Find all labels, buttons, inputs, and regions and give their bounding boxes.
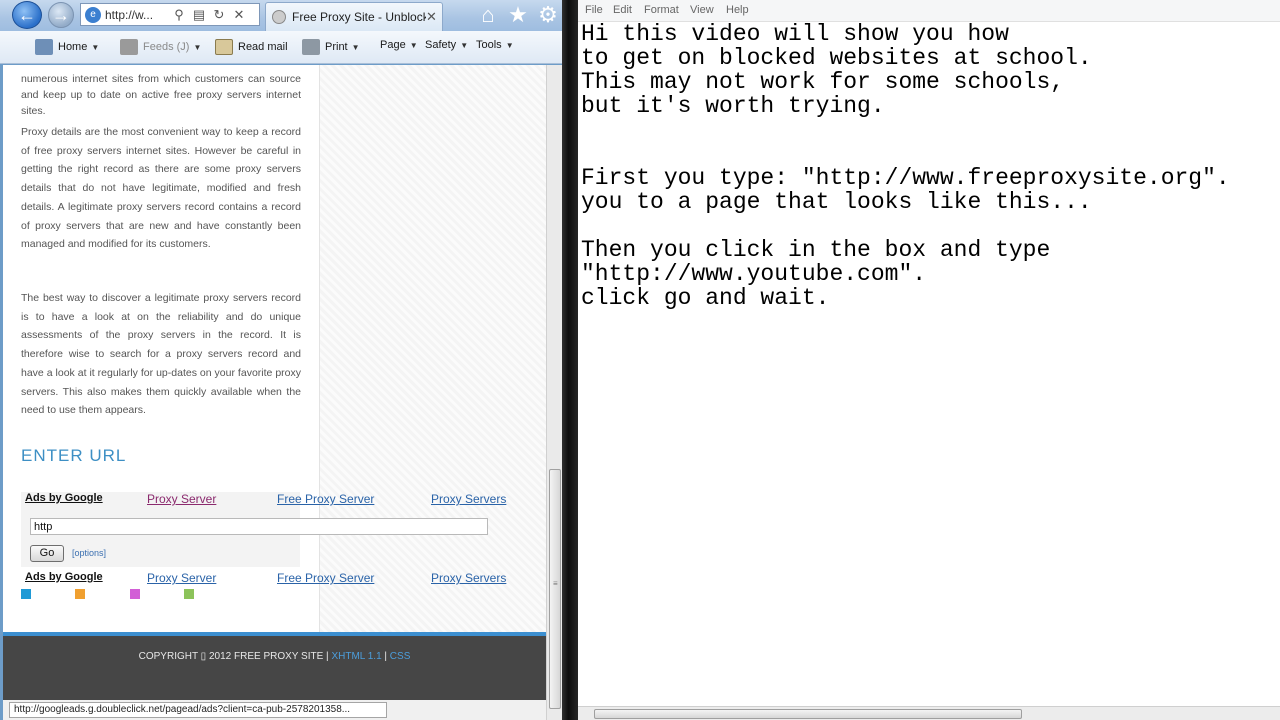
command-bar: Home ▼ Feeds (J) ▼ Read mail Print ▼ Pag… xyxy=(0,31,562,64)
feeds-label: Feeds (J) xyxy=(143,41,190,53)
chevron-down-icon[interactable]: ▼ xyxy=(91,43,99,52)
url-input[interactable] xyxy=(30,518,488,535)
color-square xyxy=(75,589,85,599)
notepad-horizontal-scrollbar[interactable] xyxy=(578,706,1280,720)
ad-link-free-proxy-server[interactable]: Free Proxy Server xyxy=(277,571,374,585)
menu-help[interactable]: Help xyxy=(726,4,749,16)
status-url: http://googleads.g.doubleclick.net/pagea… xyxy=(9,702,387,718)
menu-file[interactable]: File xyxy=(585,4,603,16)
page-footer: COPYRIGHT ▯ 2012 FREE PROXY SITE | XHTML… xyxy=(3,636,546,700)
print-command[interactable]: Print ▼ xyxy=(302,39,360,55)
ie-page-icon: e xyxy=(85,6,101,23)
article-paragraph: numerous internet sites from which custo… xyxy=(21,73,301,117)
feeds-command[interactable]: Feeds (J) ▼ xyxy=(120,39,201,55)
ad-link-proxy-servers[interactable]: Proxy Servers xyxy=(431,492,506,506)
ad-link-free-proxy-server[interactable]: Free Proxy Server xyxy=(277,492,374,506)
web-page: numerous internet sites from which custo… xyxy=(3,65,546,632)
go-button[interactable]: Go xyxy=(30,545,64,562)
menu-format[interactable]: Format xyxy=(644,4,679,16)
read-mail-command[interactable]: Read mail xyxy=(215,39,288,55)
chevron-down-icon: ▼ xyxy=(460,40,469,50)
ads-by-google-link[interactable]: Ads by Google xyxy=(25,492,103,504)
mail-icon xyxy=(215,39,233,55)
gear-icon[interactable]: ⚙ xyxy=(534,2,562,28)
close-tab-icon[interactable]: ✕ xyxy=(426,9,437,25)
home-icon[interactable]: ⌂ xyxy=(474,2,502,28)
window-divider xyxy=(562,0,578,720)
search-icon[interactable]: ⚲ xyxy=(169,7,189,23)
chevron-down-icon[interactable]: ▼ xyxy=(193,43,201,52)
arrow-right-icon: → xyxy=(52,4,70,25)
color-square xyxy=(21,589,31,599)
read-mail-label: Read mail xyxy=(238,41,288,53)
ad-link-proxy-server[interactable]: Proxy Server xyxy=(147,492,216,506)
ad-link-proxy-server[interactable]: Proxy Server xyxy=(147,571,216,585)
rss-icon xyxy=(120,39,138,55)
arrow-left-icon: ← xyxy=(18,4,36,25)
tools-label: Tools xyxy=(476,39,502,51)
tab-title: Free Proxy Site - Unblock ... xyxy=(292,10,426,24)
browser-window: ← → e http://w... ⚲ ▤ ↻ ✕ Free Proxy Sit… xyxy=(0,0,562,720)
forward-button[interactable]: → xyxy=(48,2,74,28)
browser-titlebar: ← → e http://w... ⚲ ▤ ↻ ✕ Free Proxy Sit… xyxy=(0,0,562,31)
notepad-window: File Edit Format View Help Hi this video… xyxy=(578,0,1280,720)
tab-favicon xyxy=(272,10,286,24)
page-scrollbar[interactable]: ≡ xyxy=(546,65,562,720)
copyright-text: COPYRIGHT ▯ 2012 FREE PROXY SITE | XHTML… xyxy=(3,651,546,662)
home-command[interactable]: Home ▼ xyxy=(35,39,99,55)
article-paragraph: Proxy details are the most convenient wa… xyxy=(21,126,301,251)
article-paragraph: The best way to discover a legitimate pr… xyxy=(21,292,301,417)
copyright-label: COPYRIGHT ▯ 2012 FREE PROXY SITE | xyxy=(138,651,332,662)
color-square xyxy=(130,589,140,599)
options-link[interactable]: [options] xyxy=(72,548,106,558)
page-label: Page xyxy=(380,39,406,51)
back-button[interactable]: ← xyxy=(12,1,42,29)
ads-by-google-link[interactable]: Ads by Google xyxy=(25,571,103,583)
status-bar: http://googleads.g.doubleclick.net/pagea… xyxy=(3,700,546,720)
notepad-menubar: File Edit Format View Help xyxy=(578,0,1280,22)
chevron-down-icon: ▼ xyxy=(409,40,418,50)
menu-view[interactable]: View xyxy=(690,4,714,16)
color-square xyxy=(184,589,194,599)
safety-menu[interactable]: Safety ▼ xyxy=(425,39,468,51)
footer-separator: | xyxy=(381,651,390,662)
tools-menu[interactable]: Tools ▼ xyxy=(476,39,514,51)
page-menu[interactable]: Page ▼ xyxy=(380,39,418,51)
page-sidebar xyxy=(319,65,546,632)
compat-icon[interactable]: ▤ xyxy=(189,7,209,23)
css-link[interactable]: CSS xyxy=(390,651,411,662)
safety-label: Safety xyxy=(425,39,457,51)
scroll-thumb[interactable] xyxy=(594,709,1022,719)
chevron-down-icon: ▼ xyxy=(505,40,514,50)
address-bar[interactable]: e http://w... ⚲ ▤ ↻ ✕ xyxy=(80,3,260,26)
refresh-icon[interactable]: ↻ xyxy=(209,7,229,23)
tab-free-proxy-site[interactable]: Free Proxy Site - Unblock ... ✕ xyxy=(265,2,443,31)
enter-url-heading: ENTER URL xyxy=(21,446,127,465)
address-text[interactable]: http://w... xyxy=(105,8,169,22)
printer-icon xyxy=(302,39,320,55)
star-icon[interactable]: ★ xyxy=(504,2,532,28)
menu-edit[interactable]: Edit xyxy=(613,4,632,16)
home-label: Home xyxy=(58,41,88,53)
print-label: Print xyxy=(325,41,348,53)
stop-icon[interactable]: ✕ xyxy=(229,7,249,23)
chevron-down-icon[interactable]: ▼ xyxy=(352,43,360,52)
xhtml-link[interactable]: XHTML 1.1 xyxy=(331,651,381,662)
grip-icon: ≡ xyxy=(553,579,558,588)
house-icon xyxy=(35,39,53,55)
ad-link-proxy-servers[interactable]: Proxy Servers xyxy=(431,571,506,585)
notepad-text-area[interactable]: Hi this video will show you how to get o… xyxy=(581,22,1271,310)
scroll-thumb[interactable]: ≡ xyxy=(549,469,561,709)
